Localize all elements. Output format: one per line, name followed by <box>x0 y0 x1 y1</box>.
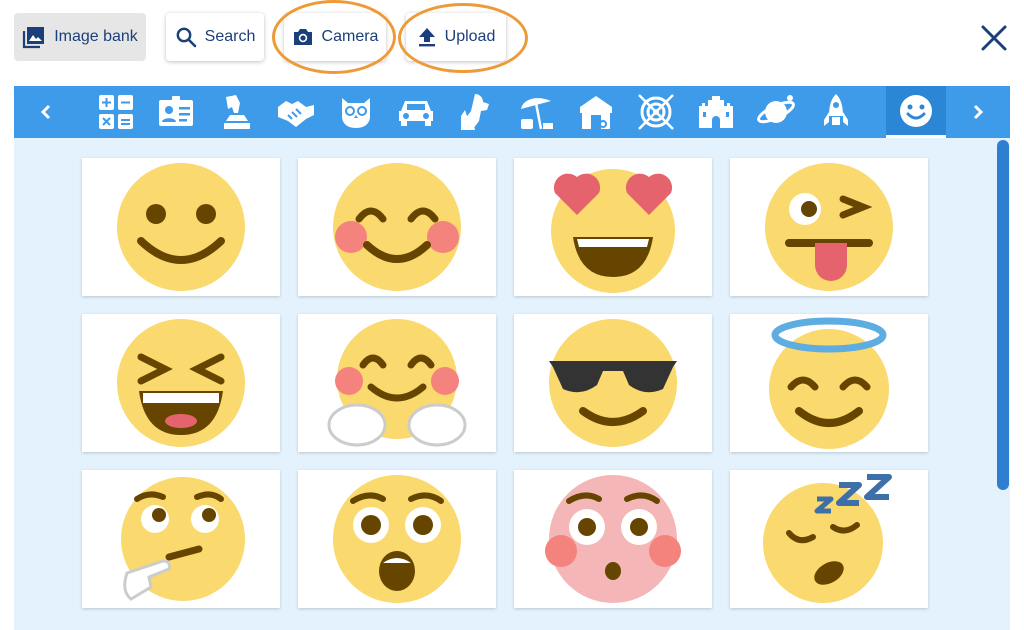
emoji-tile[interactable] <box>82 314 280 452</box>
category-handshake[interactable] <box>266 86 326 138</box>
emoji-tile[interactable] <box>730 158 928 296</box>
category-owl[interactable] <box>326 86 386 138</box>
emoji-tile[interactable] <box>298 314 496 452</box>
hugging-face-icon <box>327 319 467 447</box>
owl-icon <box>342 98 370 128</box>
image-bank-icon <box>23 27 45 49</box>
category-statue[interactable] <box>206 86 266 138</box>
category-target[interactable] <box>626 86 686 138</box>
category-castle[interactable] <box>686 86 746 138</box>
planet-icon <box>757 95 795 124</box>
handshake-icon <box>278 101 314 127</box>
camera-label: Camera <box>321 28 379 45</box>
emoji-tile[interactable] <box>514 314 712 452</box>
upload-icon <box>418 28 435 47</box>
category-math[interactable] <box>86 86 146 138</box>
target-icon <box>638 94 674 130</box>
search-icon <box>176 27 196 48</box>
image-bank-button[interactable]: Image bank <box>14 13 146 61</box>
search-label: Search <box>204 28 256 45</box>
chevron-left-icon <box>40 104 51 120</box>
category-smileys[interactable] <box>886 86 946 138</box>
category-beach[interactable] <box>506 86 566 138</box>
emoji-tile[interactable] <box>298 158 496 296</box>
category-next-button[interactable] <box>954 86 1002 138</box>
slightly-smiling-face-icon <box>117 163 245 291</box>
thinking-face-icon <box>121 477 245 601</box>
emoji-tile[interactable] <box>298 470 496 608</box>
barn-icon <box>580 96 612 129</box>
beach-umbrella-icon <box>521 98 553 130</box>
math-operators-icon <box>99 95 133 129</box>
category-prev-button[interactable] <box>22 86 70 138</box>
emoji-tile[interactable] <box>82 158 280 296</box>
car-icon <box>399 101 433 126</box>
flushed-face-icon <box>545 475 681 603</box>
image-grid <box>14 138 1010 630</box>
heart-eyes-face-icon <box>551 169 675 293</box>
smiley-icon <box>900 94 932 127</box>
emoji-tile[interactable] <box>514 470 712 608</box>
category-farm[interactable] <box>566 86 626 138</box>
castle-icon <box>699 96 733 128</box>
halo-face-icon <box>769 317 889 449</box>
id-card-icon <box>159 96 193 126</box>
emoji-tile[interactable] <box>730 470 928 608</box>
category-pets[interactable] <box>446 86 506 138</box>
category-id-card[interactable] <box>146 86 206 138</box>
sleeping-face-icon <box>763 474 892 603</box>
smiling-blushing-face-icon <box>333 163 461 291</box>
upload-label: Upload <box>444 28 496 45</box>
category-rocket[interactable] <box>806 86 866 138</box>
search-button[interactable]: Search <box>166 13 264 61</box>
statue-icon <box>224 95 250 129</box>
category-bar <box>14 86 1010 138</box>
category-car[interactable] <box>386 86 446 138</box>
image-bank-label: Image bank <box>54 28 138 45</box>
upload-button[interactable]: Upload <box>406 13 506 61</box>
grid-scrollbar[interactable] <box>997 140 1009 630</box>
sunglasses-face-icon <box>549 319 677 447</box>
close-icon <box>981 25 1007 51</box>
winking-tongue-face-icon <box>765 163 893 291</box>
emoji-tile[interactable] <box>730 314 928 452</box>
camera-icon <box>293 29 312 45</box>
grinning-squinting-face-icon <box>117 319 245 447</box>
chevron-right-icon <box>973 104 984 120</box>
emoji-tile[interactable] <box>514 158 712 296</box>
category-space[interactable] <box>746 86 806 138</box>
surprised-face-icon <box>333 475 461 603</box>
camera-button[interactable]: Camera <box>284 13 386 61</box>
close-button[interactable] <box>978 22 1010 54</box>
scrollbar-thumb[interactable] <box>997 140 1009 490</box>
rocket-icon <box>824 94 848 126</box>
dog-cat-icon <box>461 94 489 130</box>
emoji-tile[interactable] <box>82 470 280 608</box>
